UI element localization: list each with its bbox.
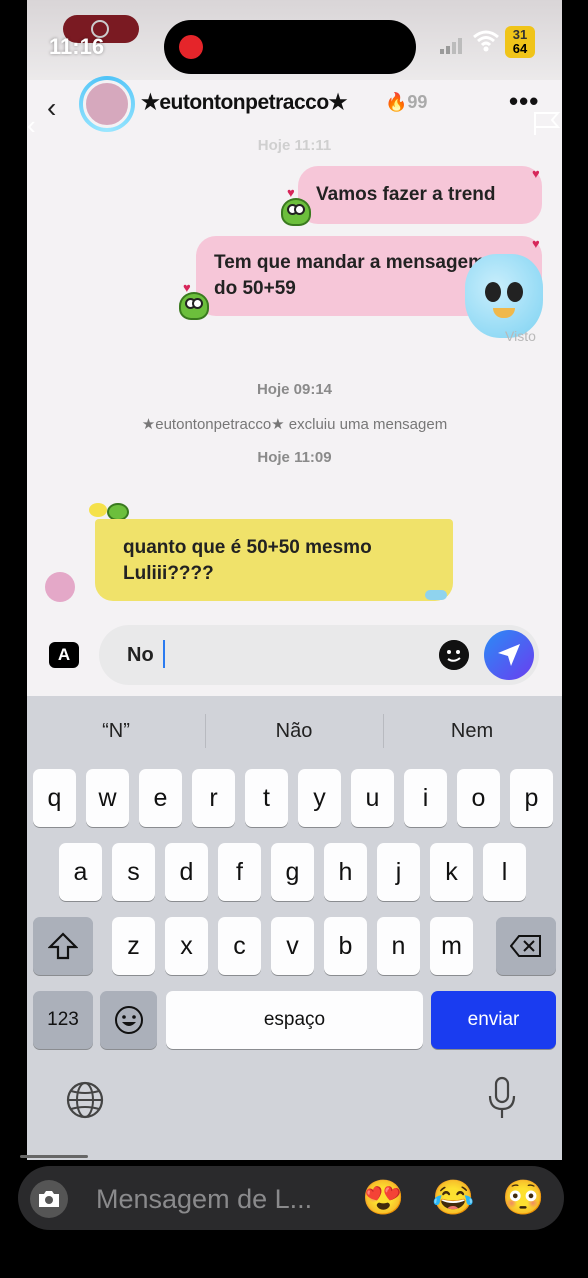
key-r[interactable]: r [192,769,235,827]
message-text-line: Luliii???? [123,563,214,584]
send-key[interactable]: enviar [431,991,556,1049]
camera-icon [39,1191,59,1207]
message-input[interactable] [127,640,427,670]
globe-icon[interactable] [65,1080,105,1120]
key-m[interactable]: m [430,917,473,975]
numbers-key[interactable]: 123 [33,991,93,1049]
duck-sticker-icon [89,503,107,517]
timestamp: Hoje 09:14 [256,381,333,398]
key-l[interactable]: l [483,843,526,901]
incoming-message[interactable]: quanto que é 50+50 mesmo Luliii???? [95,519,453,601]
cellular-signal-icon [440,38,462,54]
timestamp-top: Hoje 11:11 [257,137,332,154]
camera-button[interactable] [30,1180,68,1218]
key-g[interactable]: g [271,843,314,901]
frog-sticker-icon [281,198,311,226]
key-x[interactable]: x [165,917,208,975]
suggestion[interactable]: Não [205,720,383,743]
status-time: 11:16 [49,34,105,59]
heart-reaction-icon: ♥ [287,185,295,200]
key-q[interactable]: q [33,769,76,827]
keyboard: “N” Não Nem q w e r t y u i o p a s d f … [27,696,562,1160]
shift-key[interactable] [33,917,93,975]
message-text-line: quanto que é 50+50 mesmo [123,537,372,558]
emoji-key[interactable] [100,991,157,1049]
key-o[interactable]: o [457,769,500,827]
key-j[interactable]: j [377,843,420,901]
emoji-face-icon [114,1006,143,1034]
reply-input[interactable]: Mensagem de L... [96,1184,312,1215]
chat-header: ‹ ★eutontonpetracco★ 🔥99 ••• [27,72,562,134]
screen: 11:16 31 64 ‹ ★eutontonpetracco★ 🔥99 •••… [27,0,562,1160]
outgoing-message[interactable]: Vamos fazer a trend [298,166,542,224]
timestamp: Hoje 11:09 [257,449,332,466]
key-k[interactable]: k [430,843,473,901]
recording-dot-icon [179,35,203,59]
streak-count: 🔥99 [385,92,428,112]
key-b[interactable]: b [324,917,367,975]
sticker-icon[interactable] [439,640,469,670]
quick-reaction-heart-eyes[interactable]: 😍 [362,1178,404,1218]
send-arrow-icon [498,644,520,666]
suggestion[interactable]: Nem [383,720,561,743]
heart-reaction-icon: ♥ [183,280,191,295]
key-y[interactable]: y [298,769,341,827]
report-flag-icon[interactable] [532,110,562,136]
outer-back-chevron-icon[interactable]: ‹ [27,110,36,141]
backspace-icon [509,935,541,957]
key-s[interactable]: s [112,843,155,901]
crying-blob-sticker[interactable] [465,254,543,338]
heart-reaction-icon: ♥ [532,166,540,181]
key-w[interactable]: w [86,769,129,827]
progress-line [20,1155,88,1158]
key-f[interactable]: f [218,843,261,901]
battery-top-value: 31 [512,27,528,42]
chat-username[interactable]: ★eutontonpetracco★ [141,90,348,115]
key-a[interactable]: a [59,843,102,901]
heart-reaction-icon: ♥ [532,236,540,251]
key-c[interactable]: c [218,917,261,975]
chat-avatar[interactable] [79,76,135,132]
battery-badge: 31 64 [505,26,535,58]
key-e[interactable]: e [139,769,182,827]
wifi-icon [473,30,499,52]
key-h[interactable]: h [324,843,367,901]
key-p[interactable]: p [510,769,553,827]
key-d[interactable]: d [165,843,208,901]
send-button[interactable] [484,630,534,680]
battery-level: 64 [512,41,528,56]
key-v[interactable]: v [271,917,314,975]
cloud-decoration-icon [425,590,447,600]
key-u[interactable]: u [351,769,394,827]
message-text: Vamos fazer a trend [316,184,496,205]
backspace-key[interactable] [496,917,556,975]
shift-icon [47,932,79,960]
back-chevron-icon[interactable]: ‹ [47,92,56,124]
key-i[interactable]: i [404,769,447,827]
suggestion[interactable]: “N” [27,720,205,743]
system-message: ★eutontonpetracco★ excluiu uma mensagem [141,416,448,433]
status-bar: 11:16 31 64 [27,0,562,80]
suggestion-bar: “N” Não Nem [27,696,562,768]
streak-value: 99 [407,92,428,112]
frog-sticker-icon [179,292,209,320]
quick-reaction-flushed[interactable]: 😳 [502,1178,544,1218]
key-z[interactable]: z [112,917,155,975]
quick-reaction-laughing[interactable]: 😂 [432,1178,474,1218]
text-format-icon[interactable]: A [49,642,79,668]
microphone-icon[interactable] [487,1076,517,1120]
text-caret [163,640,165,668]
sender-avatar[interactable] [45,572,75,602]
space-key[interactable]: espaço [166,991,423,1049]
seen-indicator: Visto [505,328,536,344]
key-t[interactable]: t [245,769,288,827]
key-n[interactable]: n [377,917,420,975]
